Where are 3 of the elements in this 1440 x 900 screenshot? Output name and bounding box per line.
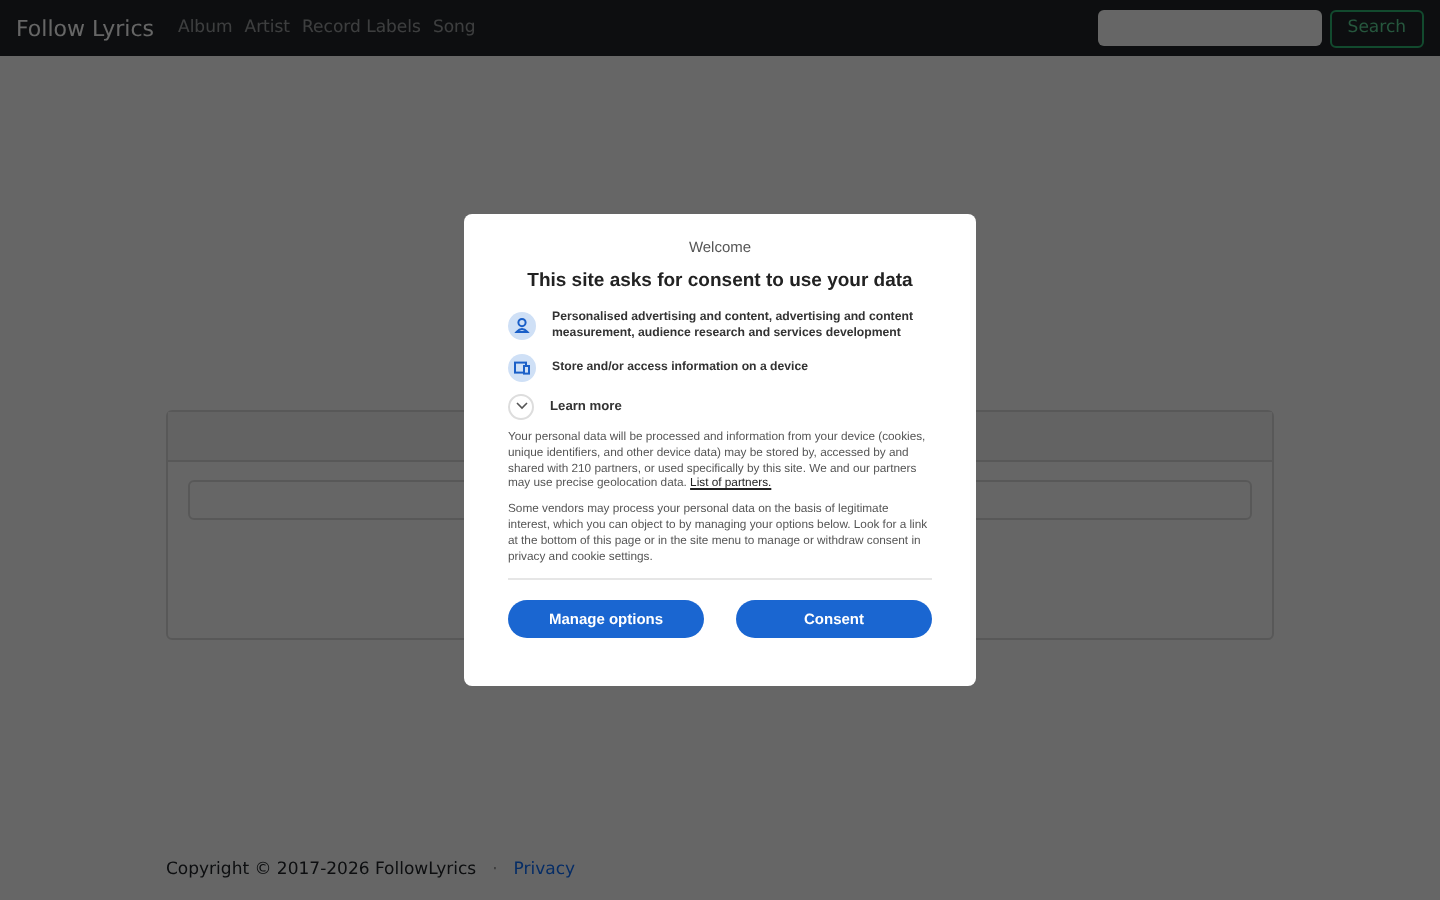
dialog-title: This site asks for consent to use your data xyxy=(525,270,915,292)
copyright-text: Copyright © 2017-2026 FollowLyrics xyxy=(166,860,477,880)
separator-dot: · xyxy=(492,860,498,880)
